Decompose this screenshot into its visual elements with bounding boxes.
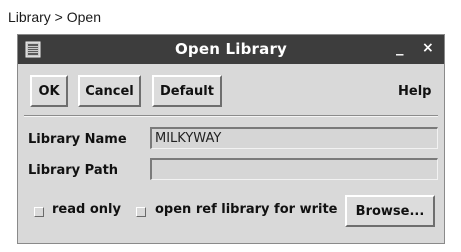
help-link[interactable]: Help — [398, 84, 431, 99]
close-icon[interactable]: × — [422, 40, 434, 56]
page: Library > Open Open Library _ × OK Cance… — [0, 0, 461, 252]
browse-button[interactable]: Browse... — [345, 195, 435, 227]
divider — [24, 115, 438, 117]
library-path-input[interactable] — [150, 158, 438, 180]
ok-button[interactable]: OK — [30, 75, 68, 107]
read-only-label[interactable]: read only — [52, 202, 121, 217]
open-ref-label[interactable]: open ref library for write — [155, 202, 338, 217]
library-name-label: Library Name — [28, 132, 127, 147]
read-only-checkbox[interactable] — [34, 207, 44, 217]
open-library-dialog: Open Library _ × OK Cancel Default Help … — [17, 34, 445, 244]
breadcrumb-caption: Library > Open — [8, 9, 101, 25]
library-name-input[interactable] — [150, 127, 438, 149]
window-title: Open Library — [174, 40, 288, 58]
titlebar[interactable]: Open Library _ × — [18, 35, 444, 64]
open-ref-checkbox[interactable] — [136, 207, 146, 217]
minimize-icon[interactable]: _ — [396, 38, 404, 56]
cancel-button[interactable]: Cancel — [78, 75, 141, 107]
default-button[interactable]: Default — [152, 75, 222, 107]
library-path-label: Library Path — [28, 163, 119, 178]
